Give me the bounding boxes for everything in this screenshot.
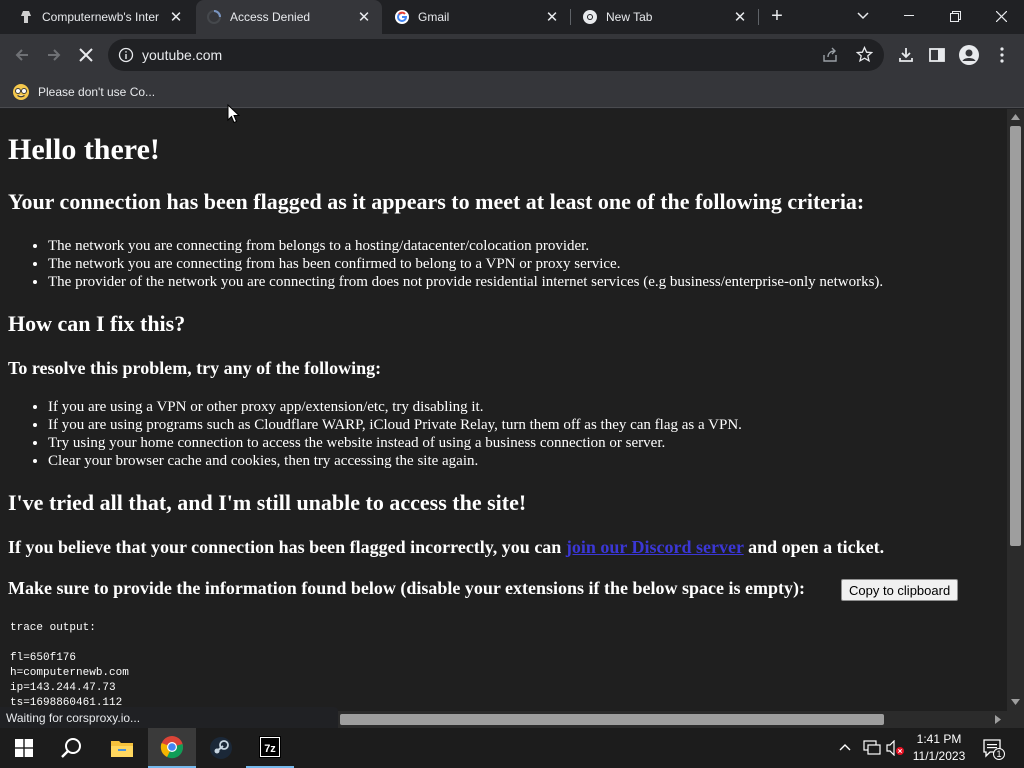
svg-text:7z: 7z (264, 743, 276, 755)
chrome-icon (582, 9, 598, 25)
clock-time: 1:41 PM (916, 732, 962, 746)
nerd-emoji-icon (12, 83, 30, 101)
bookmark-star-icon[interactable] (855, 45, 874, 68)
criteria-list: The network you are connecting from belo… (48, 237, 883, 291)
fix-heading: How can I fix this? (8, 311, 186, 336)
forward-icon[interactable] (38, 39, 70, 71)
tab-title: Computernewb's Inter (42, 10, 160, 24)
steam-icon[interactable] (197, 728, 245, 768)
computernewb-favicon (18, 9, 34, 25)
incorrect-suffix: and open a ticket. (743, 537, 885, 557)
page-title: Hello there! (8, 133, 160, 166)
tab-gmail[interactable]: Gmail ✕ (384, 0, 570, 34)
tab-search-chevron-icon[interactable] (840, 0, 886, 32)
status-bar: Waiting for corsproxy.io... (0, 707, 338, 728)
scroll-right-arrow-icon[interactable] (995, 715, 1001, 724)
loading-spinner-icon (206, 9, 222, 25)
trace-spacer (10, 636, 129, 651)
tab-separator (570, 9, 571, 25)
list-item: Try using your home connection to access… (48, 434, 742, 452)
back-icon[interactable] (6, 39, 38, 71)
bookmark-item[interactable]: Please don't use Co... (12, 81, 155, 103)
clock-date: 11/1/2023 (912, 749, 966, 763)
trace-line: fl=650f176 (10, 652, 77, 664)
windows-start-icon[interactable] (0, 728, 48, 768)
site-info-icon[interactable] (118, 47, 134, 68)
google-icon (394, 9, 410, 25)
mouse-cursor-icon (227, 104, 240, 124)
scroll-up-arrow-icon[interactable] (1011, 114, 1020, 120)
tab-new-tab[interactable]: New Tab ✕ (572, 0, 758, 34)
trace-label: trace output: (10, 622, 96, 634)
new-tab-plus-icon[interactable]: + (760, 0, 794, 32)
close-tab-icon[interactable]: ✕ (356, 9, 372, 26)
copy-to-clipboard-button[interactable]: Copy to clipboard (841, 579, 959, 601)
tried-heading: I've tried all that, and I'm still unabl… (8, 490, 527, 515)
scrollbar-corner (1007, 711, 1024, 728)
minimize-icon[interactable] (886, 0, 932, 32)
share-icon[interactable] (822, 47, 838, 68)
list-item: The network you are connecting from has … (48, 255, 883, 273)
vertical-scrollbar[interactable] (1007, 109, 1024, 711)
incorrect-prefix: If you believe that your connection has … (8, 537, 566, 557)
resolve-heading: To resolve this problem, try any of the … (8, 358, 382, 378)
url-text: youtube.com (142, 47, 223, 63)
address-bar[interactable]: youtube.com (108, 39, 884, 71)
profile-avatar-icon[interactable] (953, 39, 985, 71)
close-tab-icon[interactable]: ✕ (732, 9, 748, 26)
horizontal-scroll-thumb[interactable] (340, 714, 884, 725)
list-item: If you are using a VPN or other proxy ap… (48, 398, 742, 416)
browser-toolbar: youtube.com (0, 34, 1024, 76)
search-icon[interactable] (48, 728, 96, 768)
chrome-menu-icon[interactable] (986, 39, 1018, 71)
tab-title: Gmail (418, 10, 450, 24)
horizontal-scrollbar[interactable] (338, 711, 1007, 728)
trace-output[interactable]: trace output: fl=650f176 h=computernewb.co… (10, 621, 129, 711)
fixes-list: If you are using a VPN or other proxy ap… (48, 398, 742, 470)
system-clock[interactable]: 1:41 PM 11/1/2023 (906, 731, 972, 765)
list-item: Clear your browser cache and cookies, th… (48, 452, 742, 470)
side-panel-icon[interactable] (921, 39, 953, 71)
close-tab-icon[interactable]: ✕ (544, 9, 560, 26)
downloads-icon[interactable] (890, 39, 922, 71)
windows-taskbar: 7z 1:41 PM 11/1/2023 1 (0, 728, 1024, 768)
list-item: If you are using programs such as Cloudf… (48, 416, 742, 434)
7zip-icon[interactable]: 7z (246, 728, 294, 768)
vertical-scroll-thumb[interactable] (1010, 126, 1021, 546)
tab-strip: Computernewb's Inter ✕ Access Denied ✕ G… (0, 0, 1024, 34)
tab-access-denied[interactable]: Access Denied ✕ (196, 0, 382, 34)
close-window-icon[interactable] (978, 0, 1024, 32)
flagged-heading: Your connection has been flagged as it a… (8, 189, 865, 214)
tab-separator (758, 9, 759, 25)
provide-info-text: Make sure to provide the information fou… (8, 578, 806, 598)
scroll-down-arrow-icon[interactable] (1011, 699, 1020, 705)
volume-muted-icon[interactable] (886, 740, 906, 756)
incorrect-flag-text: If you believe that your connection has … (8, 537, 884, 558)
discord-link[interactable]: join our Discord server (566, 537, 744, 557)
close-tab-icon[interactable]: ✕ (168, 9, 184, 26)
network-icon[interactable] (863, 740, 881, 756)
list-item: The network you are connecting from belo… (48, 237, 883, 255)
trace-line: ip=143.244.47.73 (10, 682, 116, 694)
notification-count-badge: 1 (993, 748, 1005, 760)
chrome-taskbar-icon[interactable] (148, 728, 196, 768)
tab-computernewb[interactable]: Computernewb's Inter ✕ (8, 0, 194, 34)
stop-loading-icon[interactable] (70, 39, 102, 71)
show-hidden-icons-chevron-icon[interactable] (839, 743, 851, 751)
file-explorer-icon[interactable] (98, 728, 146, 768)
bookmark-label: Please don't use Co... (38, 85, 156, 99)
trace-line: h=computernewb.com (10, 667, 129, 679)
bookmarks-bar: Please don't use Co... (0, 76, 1024, 108)
page-content: Hello there! Your connection has been fl… (0, 109, 1007, 711)
restore-icon[interactable] (932, 0, 978, 32)
notification-center-icon[interactable]: 1 (982, 738, 1005, 760)
list-item: The provider of the network you are conn… (48, 273, 883, 291)
tab-title: New Tab (606, 10, 653, 24)
tab-title: Access Denied (230, 10, 311, 24)
